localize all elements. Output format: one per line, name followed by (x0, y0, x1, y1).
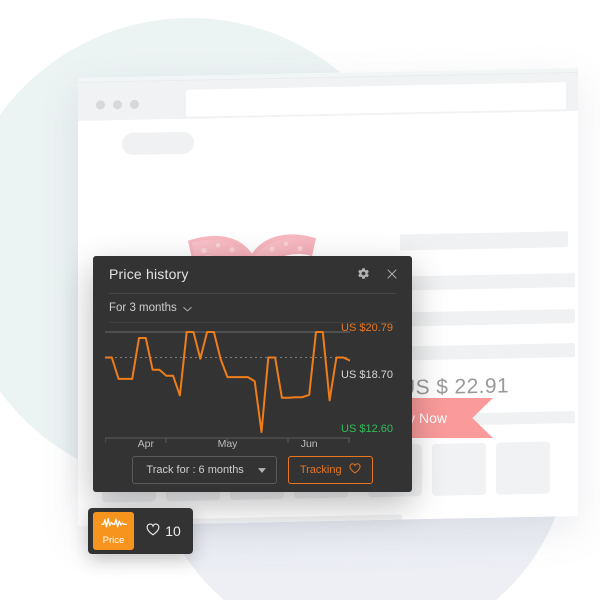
max-price-label: US $20.79 (341, 322, 393, 334)
current-price-label: US $18.70 (341, 369, 393, 381)
pulse-icon (100, 516, 127, 535)
skeleton-bar-line-3 (400, 343, 575, 361)
price-tracker-badge: Price 10 (88, 508, 193, 554)
skeleton-bar-line-2 (400, 309, 575, 327)
track-duration-dropdown[interactable]: Track for : 6 months (132, 456, 277, 484)
thumbnail-6[interactable] (432, 442, 486, 496)
price-badge-button[interactable]: Price (93, 512, 134, 550)
gear-icon[interactable] (356, 266, 371, 281)
x-tick-label-2: Jun (300, 438, 318, 450)
skeleton-bar-line-1 (400, 273, 575, 291)
panel-header-icons (356, 266, 399, 281)
heart-icon (146, 523, 160, 539)
chevron-down-icon (182, 304, 192, 314)
range-dropdown-label: For 3 months (109, 302, 177, 314)
window-control-dots (96, 99, 139, 110)
track-duration-label: Track for : 6 months (146, 464, 244, 476)
product-price: US $ 22.91 (400, 374, 510, 400)
price-badge-label: Price (102, 535, 125, 547)
window-dot-close[interactable] (96, 100, 105, 110)
x-tick-label-1: May (217, 438, 238, 450)
skeleton-bar-title (400, 231, 568, 251)
panel-title: Price history (109, 266, 189, 282)
window-dot-maximize[interactable] (130, 99, 139, 109)
screenshot-root: US $ 22.91 Buy Now Price history For 3 m… (0, 0, 600, 600)
heart-outline-icon (349, 463, 361, 477)
price-line-series (105, 331, 350, 433)
likes-counter[interactable]: 10 (134, 523, 193, 539)
price-history-chart (105, 328, 350, 436)
price-reference-labels: US $20.79 US $18.70 US $12.60 (341, 322, 411, 436)
page-tag-placeholder (122, 131, 194, 156)
tracking-button[interactable]: Tracking (287, 456, 373, 484)
thumbnail-7[interactable] (496, 441, 550, 495)
panel-header-divider (109, 293, 396, 294)
range-dropdown[interactable]: For 3 months (109, 302, 192, 314)
chart-x-tick-labels: Apr May Jun (105, 438, 350, 450)
panel-footer: Track for : 6 months Tracking (93, 456, 412, 484)
close-icon[interactable] (384, 266, 399, 281)
window-dot-minimize[interactable] (113, 100, 122, 110)
caret-down-icon (257, 466, 266, 475)
price-line-chart (105, 331, 350, 433)
tracking-button-label: Tracking (299, 464, 342, 476)
x-tick-label-0: Apr (137, 438, 154, 450)
likes-count: 10 (165, 523, 181, 539)
price-history-panel: Price history For 3 months US $20.79 US … (93, 256, 412, 492)
